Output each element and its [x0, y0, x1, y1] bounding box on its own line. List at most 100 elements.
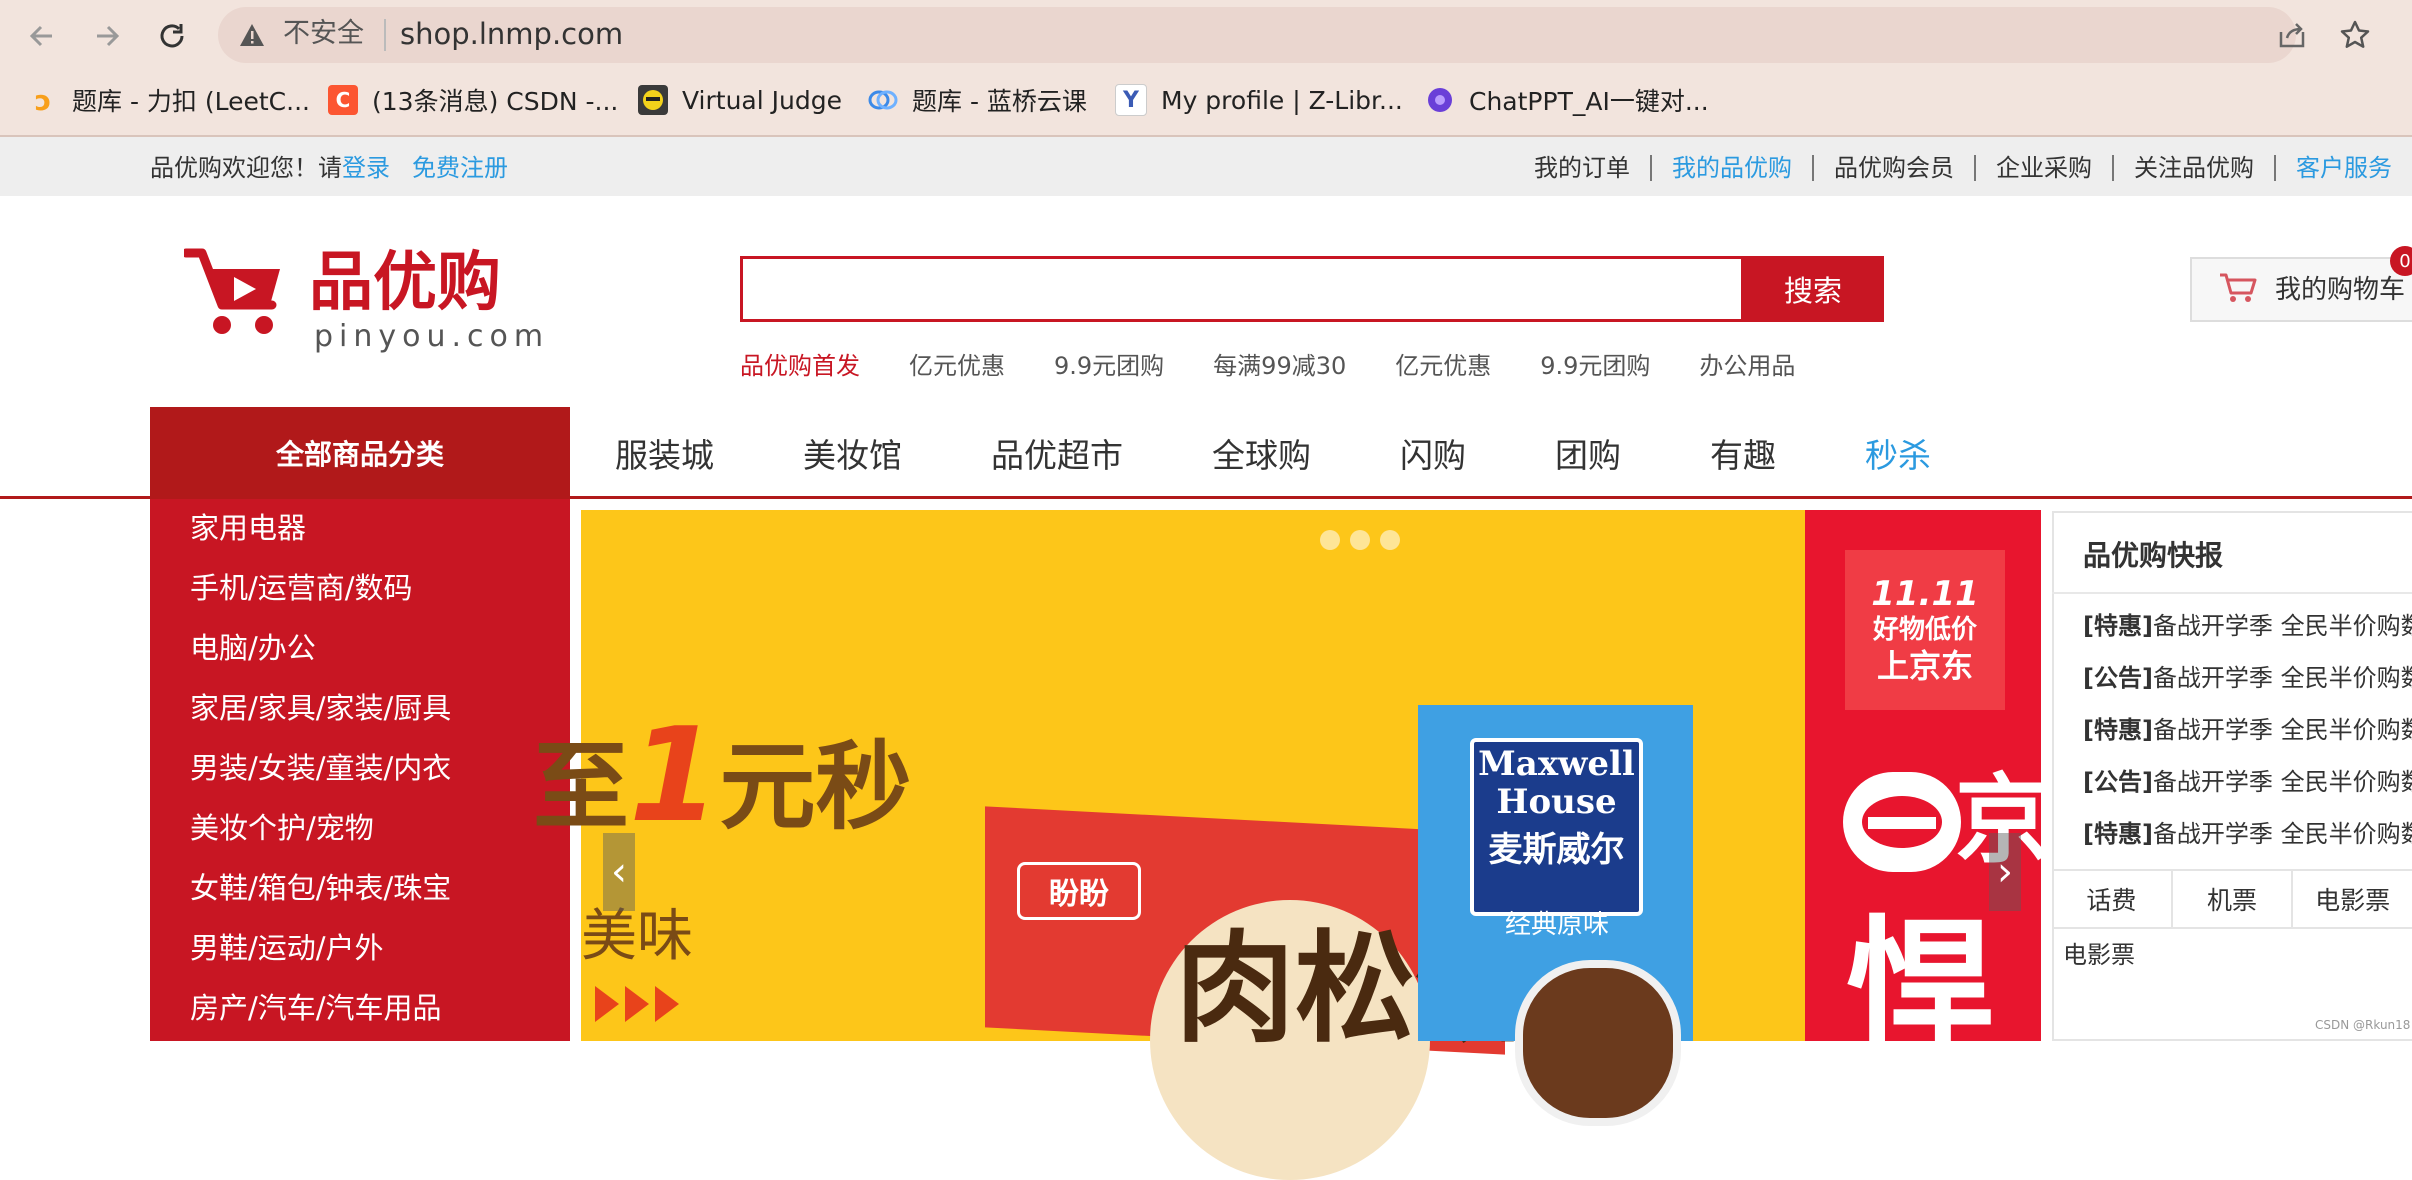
category-item[interactable]: 家用电器 — [190, 508, 306, 548]
news-tag: [特惠] — [2083, 612, 2153, 640]
category-item[interactable]: 女鞋/箱包/钟表/珠宝 — [190, 868, 451, 908]
my-pinyougou-link[interactable]: 我的品优购 — [1650, 155, 1812, 181]
shopping-cart-icon — [2218, 272, 2258, 304]
news-tag: [特惠] — [2083, 716, 2153, 744]
site-logo[interactable]: 品优购 pinyou.com — [181, 246, 544, 359]
category-item[interactable]: 男鞋/运动/户外 — [190, 928, 384, 968]
not-secure-label: 不安全 — [283, 18, 364, 49]
nav-fun[interactable]: 有趣 — [1710, 429, 1776, 477]
hotword-link[interactable]: 亿元优惠 — [909, 348, 1005, 384]
not-secure-warning-icon[interactable] — [238, 21, 266, 49]
my-orders-link[interactable]: 我的订单 — [1514, 155, 1650, 181]
hotword-link[interactable]: 每满99减30 — [1213, 348, 1346, 384]
hotword-link[interactable]: 亿元优惠 — [1395, 348, 1491, 384]
carousel-dot[interactable] — [1380, 530, 1400, 550]
hotword-link[interactable]: 办公用品 — [1699, 348, 1795, 384]
enterprise-purchase-link[interactable]: 企业采购 — [1974, 155, 2112, 181]
carousel-dot[interactable] — [1350, 530, 1370, 550]
category-item[interactable]: 电脑/办公 — [190, 628, 316, 668]
news-tag: [特惠] — [2083, 820, 2153, 848]
topbar-links: 我的订单 我的品优购 品优购会员 企业采购 关注品优购 客户服务 — [1514, 152, 2412, 184]
news-text: 备战开学季 全民半价购数码 — [2152, 664, 2412, 692]
forward-icon[interactable] — [85, 14, 129, 58]
news-item[interactable]: [特惠]备战开学季 全民半价购数码 — [2083, 609, 2412, 643]
membership-link[interactable]: 品优购会员 — [1812, 155, 1974, 181]
news-text: 备战开学季 全民半价购数码 — [2152, 768, 2412, 796]
search-button[interactable]: 搜索 — [1742, 256, 1884, 322]
bookmark-star-icon[interactable] — [2338, 18, 2372, 52]
reload-icon[interactable] — [150, 14, 194, 58]
share-icon[interactable] — [2275, 18, 2309, 52]
carousel-dot[interactable] — [1320, 530, 1340, 550]
register-link[interactable]: 免费注册 — [412, 154, 508, 182]
url-text[interactable]: shop.lnmp.com — [400, 15, 623, 53]
bookmark-label: Virtual Judge — [682, 85, 842, 115]
tab-flight[interactable]: 机票 — [2173, 871, 2294, 927]
badge-line3: 上京东 — [1876, 647, 1973, 685]
hotword-link[interactable]: 品优购首发 — [740, 348, 860, 384]
nav-seckill[interactable]: 秒杀 — [1865, 429, 1931, 477]
hot-words: 品优购首发 亿元优惠 9.9元团购 每满99减30 亿元优惠 9.9元团购 办公… — [740, 348, 1844, 384]
banner-headline: 至1元秒 — [533, 710, 912, 843]
category-item[interactable]: 手机/运营商/数码 — [190, 568, 413, 608]
tab-content: 电影票 — [2063, 941, 2135, 969]
nav-global[interactable]: 全球购 — [1212, 429, 1311, 477]
product2-brand-line2: House — [1496, 782, 1617, 822]
hotword-link[interactable]: 9.9元团购 — [1540, 348, 1650, 384]
carousel-prev-button[interactable]: ‹ — [603, 833, 635, 911]
bookmark-csdn[interactable]: C (13条消息) CSDN -... — [328, 80, 618, 120]
bookmark-label: 题库 - 力扣 (LeetC... — [72, 87, 310, 116]
nav-group[interactable]: 团购 — [1555, 429, 1621, 477]
vjudge-icon — [638, 85, 668, 115]
nav-beauty[interactable]: 美妆馆 — [803, 429, 902, 477]
nav-supermarket[interactable]: 品优超市 — [991, 429, 1123, 477]
product2-brand-line1: Maxwell — [1478, 744, 1635, 784]
category-item[interactable]: 家居/家具/家装/厨具 — [190, 688, 451, 728]
lanqiao-icon — [868, 85, 898, 115]
watermark: CSDN @Rkun18 — [2315, 1018, 2411, 1032]
hotword-link[interactable]: 9.9元团购 — [1054, 348, 1164, 384]
welcome-message: 品优购欢迎您！请登录 免费注册 — [150, 152, 508, 184]
service-tabs: 话费 机票 电影票 — [2052, 869, 2412, 929]
product2-flavor: 经典原味 — [1505, 910, 1610, 940]
carousel-next-button[interactable]: › — [1989, 833, 2021, 911]
news-item[interactable]: [特惠]备战开学季 全民半价购数码 — [2083, 817, 2412, 851]
tab-phone-bill[interactable]: 话费 — [2052, 871, 2173, 927]
banner-side-text-big: 悍 — [1845, 903, 1996, 1041]
news-tag: [公告] — [2083, 664, 2153, 692]
bookmark-label: 题库 - 蓝桥云课 — [912, 87, 1087, 116]
bookmark-vjudge[interactable]: Virtual Judge — [638, 80, 842, 120]
banner-headline-prefix: 至 — [533, 731, 629, 843]
banner-headline-rest: 元秒 — [719, 731, 912, 843]
cart-label: 我的购物车 — [2275, 275, 2406, 305]
banner-side-strip[interactable]: 11.11 好物低价 上京东 京 悍 — [1805, 510, 2041, 1041]
follow-link[interactable]: 关注品优购 — [2112, 155, 2274, 181]
bookmark-lanqiao[interactable]: 题库 - 蓝桥云课 — [868, 80, 1087, 120]
logo-text: 品优购 — [309, 246, 501, 320]
nav-clothing[interactable]: 服装城 — [615, 429, 714, 477]
nav-flash[interactable]: 闪购 — [1400, 429, 1466, 477]
welcome-text: 品优购欢迎您！请 — [150, 154, 342, 182]
news-item[interactable]: [公告]备战开学季 全民半价购数码 — [2083, 661, 2412, 695]
zlibrary-icon: Y — [1115, 84, 1147, 116]
leetcode-icon: ↄ — [34, 83, 52, 117]
product1-brand-logo: 盼盼 — [1017, 862, 1141, 920]
category-item[interactable]: 房产/汽车/汽车用品 — [190, 988, 442, 1028]
bookmark-zlibrary[interactable]: Y My profile | Z-Libr... — [1115, 80, 1403, 120]
news-item[interactable]: [特惠]备战开学季 全民半价购数码 — [2083, 713, 2412, 747]
login-link[interactable]: 登录 — [342, 154, 390, 182]
customer-service-link[interactable]: 客户服务 — [2274, 155, 2412, 181]
banner-subline: 美味 — [581, 904, 693, 969]
search-input[interactable] — [740, 256, 1744, 322]
tab-movie[interactable]: 电影票 — [2293, 871, 2412, 927]
bookmark-chatppt[interactable]: ChatPPT_AI一键对... — [1425, 80, 1709, 120]
bookmark-leetcode[interactable]: ↄ 题库 - 力扣 (LeetC... — [28, 80, 310, 120]
jd-mascot-icon — [1843, 772, 1961, 872]
back-icon[interactable] — [20, 14, 64, 58]
category-item[interactable]: 男装/女装/童装/内衣 — [190, 748, 451, 788]
address-separator — [384, 19, 386, 51]
all-categories-button[interactable]: 全部商品分类 — [150, 407, 570, 499]
bookmark-label: (13条消息) CSDN -... — [372, 87, 619, 116]
news-item[interactable]: [公告]备战开学季 全民半价购数码 — [2083, 765, 2412, 799]
category-item[interactable]: 美妆个护/宠物 — [190, 808, 374, 848]
